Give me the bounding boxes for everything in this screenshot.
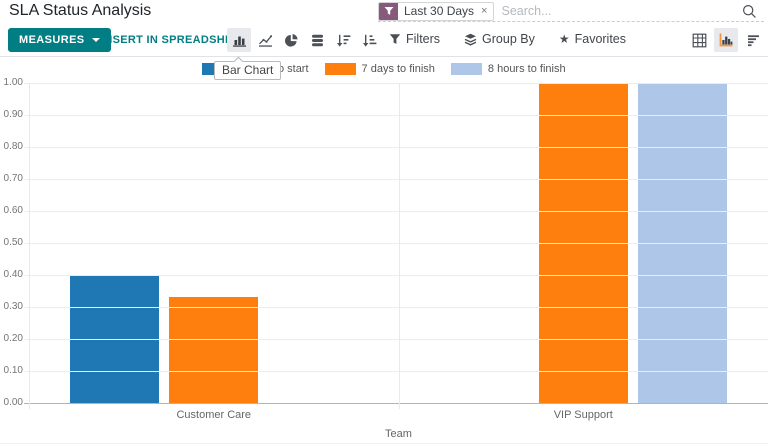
filters-label: Filters xyxy=(406,32,440,46)
gridline xyxy=(24,211,768,212)
graph-view-icon[interactable] xyxy=(714,28,738,52)
top-bar: SLA Status Analysis Last 30 Days × xyxy=(0,0,768,23)
plot-area xyxy=(29,83,768,403)
search-bar[interactable]: Last 30 Days × xyxy=(378,1,764,22)
chart-type-buttons xyxy=(227,28,381,52)
chart-area: 2 days to start7 days to finish8 hours t… xyxy=(0,57,768,447)
group-by-label: Group By xyxy=(482,32,535,46)
cohort-view-icon[interactable] xyxy=(741,28,765,52)
view-switcher xyxy=(687,28,765,52)
y-tick-label: 0.70 xyxy=(0,173,23,184)
gridline xyxy=(24,371,768,372)
search-icon[interactable] xyxy=(738,4,764,19)
category-separator-line xyxy=(399,83,400,409)
chart-legend: 2 days to start7 days to finish8 hours t… xyxy=(0,63,768,75)
sort-ascending-icon[interactable] xyxy=(357,28,381,52)
gridline xyxy=(24,179,768,180)
favorites-label: Favorites xyxy=(575,32,626,46)
measures-button[interactable]: MEASURES xyxy=(8,28,111,52)
x-axis-baseline xyxy=(24,403,768,404)
stacked-icon[interactable] xyxy=(305,28,329,52)
facet-label: Last 30 Days xyxy=(398,3,480,20)
page-title: SLA Status Analysis xyxy=(9,2,151,20)
x-tick-label-customer-care: Customer Care xyxy=(29,409,399,421)
line-chart-icon[interactable] xyxy=(253,28,277,52)
x-tick-label-vip-support: VIP Support xyxy=(399,409,768,421)
gridline xyxy=(24,115,768,116)
y-tick-label: 0.90 xyxy=(0,109,23,120)
gridline xyxy=(24,339,768,340)
group-by-icon xyxy=(464,33,477,46)
remove-facet-icon[interactable]: × xyxy=(480,3,493,20)
pie-chart-icon[interactable] xyxy=(279,28,303,52)
legend-item-7-days-to-finish[interactable]: 7 days to finish xyxy=(325,63,435,75)
search-input[interactable] xyxy=(494,4,738,18)
y-tick-label: 0.50 xyxy=(0,237,23,248)
gridline xyxy=(24,147,768,148)
y-tick-label: 0.00 xyxy=(0,397,23,408)
search-options: Filters Group By ★ Favorites xyxy=(389,32,626,46)
legend-swatch xyxy=(325,63,356,75)
bar-chart-icon[interactable] xyxy=(227,28,251,52)
x-axis-title: Team xyxy=(29,428,768,440)
search-facet[interactable]: Last 30 Days × xyxy=(378,2,494,21)
category-separator-line xyxy=(29,83,30,409)
gridline xyxy=(24,307,768,308)
chevron-down-icon xyxy=(92,38,100,42)
star-icon: ★ xyxy=(559,33,570,45)
gridline xyxy=(24,243,768,244)
sort-descending-icon[interactable] xyxy=(331,28,355,52)
gridline xyxy=(24,83,768,84)
filter-facet-icon xyxy=(379,3,398,20)
legend-item-8-hours-to-finish[interactable]: 8 hours to finish xyxy=(451,63,566,75)
y-tick-label: 0.20 xyxy=(0,333,23,344)
filters-button[interactable]: Filters xyxy=(389,32,440,46)
y-tick-label: 0.10 xyxy=(0,365,23,376)
favorites-button[interactable]: ★ Favorites xyxy=(559,32,626,46)
y-tick-label: 0.30 xyxy=(0,301,23,312)
bar-chart-tooltip: Bar Chart xyxy=(214,61,281,80)
legend-label: 8 hours to finish xyxy=(488,63,566,75)
sla-status-analysis-page: SLA Status Analysis Last 30 Days × MEASU… xyxy=(0,0,768,447)
y-tick-label: 1.00 xyxy=(0,77,23,88)
pivot-view-icon[interactable] xyxy=(687,28,711,52)
legend-label: 7 days to finish xyxy=(362,63,435,75)
filter-icon xyxy=(389,33,401,45)
measures-label: MEASURES xyxy=(19,34,85,46)
bar-7-days-to-finish-customer-care[interactable] xyxy=(169,297,258,403)
y-tick-label: 0.40 xyxy=(0,269,23,280)
x-axis-labels: Customer CareVIP Support xyxy=(29,409,768,421)
y-axis-labels: 1.00 0.90 0.80 0.70 0.60 0.50 0.40 0.30 0.20 0.10… xyxy=(0,57,23,447)
gridline xyxy=(24,275,768,276)
y-tick-label: 0.60 xyxy=(0,205,23,216)
legend-swatch xyxy=(451,63,482,75)
bottom-divider xyxy=(0,443,768,444)
tooltip-label: Bar Chart xyxy=(222,63,273,77)
insert-in-spreadsheet-button[interactable]: INSERT IN SPREADSHEET xyxy=(101,34,247,46)
group-by-button[interactable]: Group By xyxy=(464,32,535,46)
y-tick-label: 0.80 xyxy=(0,141,23,152)
control-toolbar: MEASURES INSERT IN SPREADSHEET xyxy=(0,23,768,57)
